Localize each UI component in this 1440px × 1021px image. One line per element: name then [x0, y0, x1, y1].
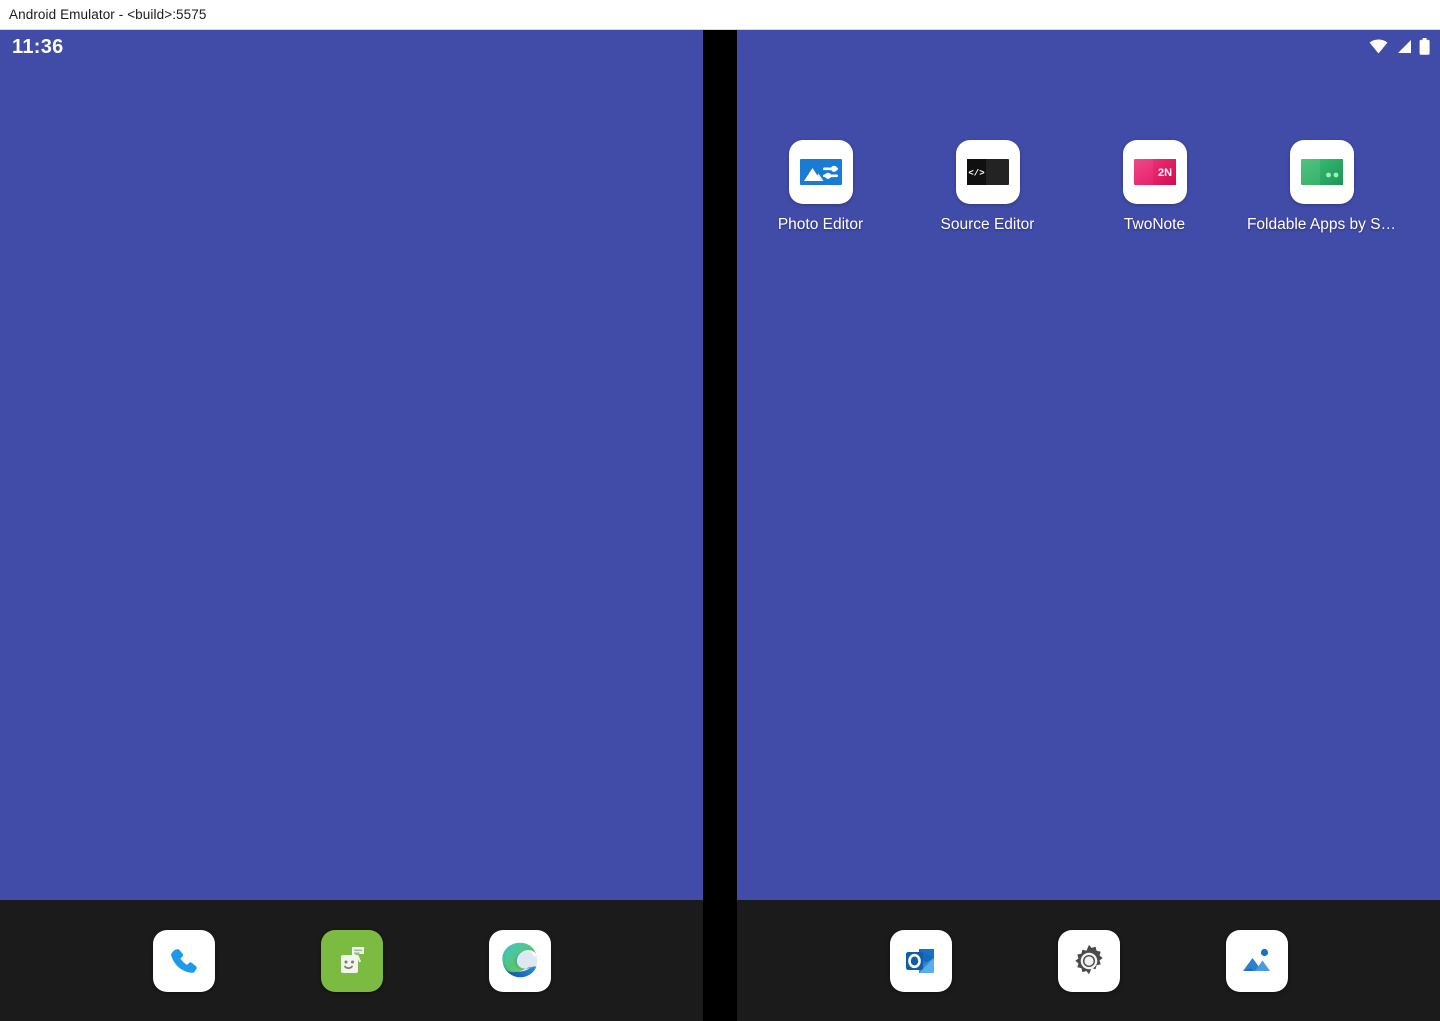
edge-browser-icon — [501, 942, 537, 977]
device-screen: 11:36 Photo Editor </> Source Editor 2N … — [0, 30, 1440, 1021]
svg-text:2N: 2N — [1157, 167, 1171, 179]
twonote-icon-shell: 2N — [1122, 140, 1187, 204]
dock-item-messages[interactable] — [268, 929, 436, 992]
left-dock — [0, 900, 703, 1021]
app-label: Source Editor — [940, 216, 1035, 233]
app-grid: Photo Editor </> Source Editor 2N TwoNot… — [737, 140, 1440, 234]
app-item-twonote[interactable]: 2N TwoNote — [1071, 140, 1238, 234]
app-label: Foldable Apps by S… — [1246, 216, 1397, 233]
source-editor-icon: </> — [966, 159, 1009, 185]
outlook-icon-shell — [889, 929, 952, 992]
source-editor-icon-shell: </> — [955, 140, 1020, 204]
app-item-photo-editor[interactable]: Photo Editor — [737, 140, 904, 234]
emulator-window: Android Emulator - <build>:5575 11:36 Ph… — [0, 0, 1440, 1021]
settings-icon-shell — [1057, 929, 1120, 992]
dock-item-phone[interactable] — [100, 929, 268, 992]
right-status-bar — [737, 30, 1440, 70]
dock-item-edge[interactable] — [436, 929, 604, 992]
battery-icon — [1419, 38, 1430, 55]
status-icon-group — [1369, 38, 1430, 55]
messages-icon — [340, 946, 364, 973]
right-display-panel[interactable]: Photo Editor </> Source Editor 2N TwoNot… — [737, 30, 1440, 1021]
dock-item-photos[interactable] — [1173, 929, 1341, 992]
foldable-apps-icon-shell — [1289, 140, 1354, 204]
settings-gear-icon — [1074, 944, 1103, 974]
phone-icon — [170, 948, 197, 973]
app-item-foldable-apps[interactable]: Foldable Apps by S… — [1238, 140, 1405, 234]
dock-item-settings[interactable] — [1005, 929, 1173, 992]
wifi-icon — [1369, 39, 1388, 54]
dock-item-outlook[interactable] — [837, 929, 1005, 992]
app-label: Photo Editor — [777, 216, 864, 233]
photo-editor-icon-shell — [788, 140, 853, 204]
emulator-title-text: Android Emulator - <build>:5575 — [9, 7, 207, 22]
phone-icon-shell — [152, 929, 215, 992]
outlook-icon — [905, 948, 934, 973]
status-clock: 11:36 — [12, 36, 64, 58]
svg-text:</>: </> — [968, 169, 984, 179]
edge-icon-shell — [488, 929, 551, 992]
app-label: TwoNote — [1123, 216, 1186, 233]
app-item-source-editor[interactable]: </> Source Editor — [904, 140, 1071, 234]
right-dock — [737, 900, 1440, 1021]
messages-icon-shell — [320, 929, 383, 992]
device-hinge — [703, 30, 737, 1021]
emulator-titlebar[interactable]: Android Emulator - <build>:5575 — [0, 0, 1440, 30]
cellular-signal-icon — [1398, 40, 1411, 53]
photos-icon-shell — [1225, 929, 1288, 992]
foldable-apps-icon — [1300, 159, 1343, 185]
photos-gallery-icon — [1242, 948, 1270, 971]
twonote-icon: 2N — [1133, 159, 1176, 185]
photo-editor-icon — [799, 159, 842, 185]
left-display-panel[interactable]: 11:36 — [0, 30, 703, 1021]
left-status-bar: 11:36 — [0, 30, 703, 70]
